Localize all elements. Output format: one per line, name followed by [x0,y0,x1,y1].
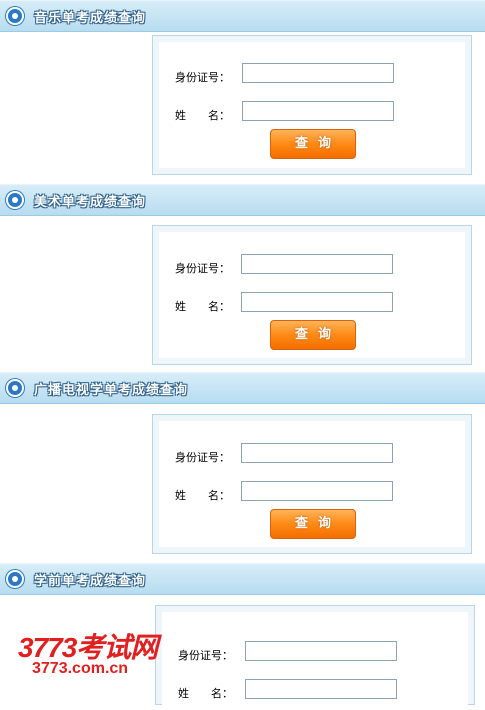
query-button[interactable]: 查询 [270,509,356,539]
id-number-input[interactable] [245,641,397,661]
section-title: 学前单考成绩查询 [34,574,147,589]
section-title: 广播电视学单考成绩查询 [34,383,189,398]
bullet-circle-icon [6,191,24,209]
section-header-art: 美术单考成绩查询 [0,184,485,216]
id-number-label: 身份证号： [175,451,230,464]
watermark-line2: 3773.com.cn [32,660,129,677]
watermark-logo: 3773考试网 3773.com.cn [10,626,170,686]
query-button[interactable]: 查询 [270,129,356,159]
query-button[interactable]: 查询 [270,320,356,350]
section-title: 美术单考成绩查询 [34,195,147,210]
query-form-art: 身份证号： 姓 名： 查询 [152,225,472,365]
query-form-broadcast: 身份证号： 姓 名： 查询 [152,414,472,554]
section-title: 音乐单考成绩查询 [34,11,147,26]
name-input[interactable] [241,481,393,501]
name-label: 姓 名： [175,300,230,313]
name-input[interactable] [242,101,394,121]
id-number-label: 身份证号： [175,71,230,84]
bullet-circle-icon [6,570,24,588]
bullet-circle-icon [6,7,24,25]
section-header-music: 音乐单考成绩查询 [0,0,485,32]
id-number-label: 身份证号： [178,649,233,662]
id-number-input[interactable] [242,63,394,83]
name-label: 姓 名： [175,109,230,122]
query-form-music: 身份证号： 姓 名： 查询 [152,35,472,175]
id-number-input[interactable] [241,443,393,463]
bullet-circle-icon [6,379,24,397]
name-label: 姓 名： [175,489,230,502]
query-form-preschool: 身份证号： 姓 名： [155,605,475,710]
id-number-input[interactable] [241,254,393,274]
id-number-label: 身份证号： [175,262,230,275]
section-header-preschool: 学前单考成绩查询 [0,563,485,595]
section-header-broadcast: 广播电视学单考成绩查询 [0,372,485,404]
name-input[interactable] [245,679,397,699]
name-input[interactable] [241,292,393,312]
name-label: 姓 名： [178,687,233,700]
